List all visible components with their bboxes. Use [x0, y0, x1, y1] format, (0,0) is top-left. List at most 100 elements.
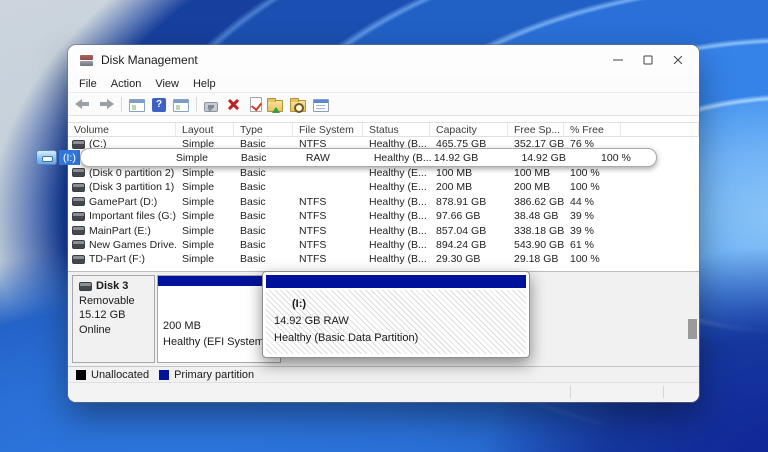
dragged-row-pill: Simple Basic RAW Healthy (B... 14.92 GB …	[80, 148, 657, 167]
column-header-freespace[interactable]: Free Sp...	[508, 123, 564, 136]
forward-icon[interactable]	[98, 96, 114, 112]
statusbar-divider	[663, 386, 664, 398]
volume-icon	[72, 240, 85, 249]
table-row[interactable]: MainPart (E:) Simple Basic NTFS Healthy …	[68, 223, 699, 237]
volume-icon	[72, 183, 85, 192]
status-cell: Healthy (B...	[363, 196, 430, 208]
status-bar	[68, 382, 699, 402]
capacity-cell: 14.92 GB	[434, 152, 518, 164]
menu-action[interactable]: Action	[104, 78, 149, 90]
legend-primary-label: Primary partition	[174, 369, 254, 381]
type-cell: Basic	[234, 196, 293, 208]
volume-name: GamePart (D:)	[89, 196, 157, 208]
filesystem-cell: NTFS	[293, 253, 363, 265]
folder-search-icon[interactable]	[290, 100, 306, 112]
toolbar: ?	[68, 93, 699, 116]
status-cell: Healthy (B...	[374, 152, 434, 164]
pctfree-cell: 100 %	[564, 253, 621, 265]
close-button[interactable]	[663, 46, 693, 74]
layout-cell: Simple	[176, 253, 234, 265]
disk3-panel[interactable]: Disk 3 Removable 15.12 GB Online	[72, 275, 155, 363]
layout-cell: Simple	[176, 152, 241, 164]
minimize-button[interactable]	[603, 46, 633, 74]
status-cell: Healthy (B...	[363, 225, 430, 237]
table-row[interactable]: TD-Part (F:) Simple Basic NTFS Healthy (…	[68, 252, 699, 266]
legend-bar: Unallocated Primary partition	[68, 366, 699, 382]
column-header-capacity[interactable]: Capacity	[430, 123, 508, 136]
freespace-cell: 100 MB	[508, 167, 564, 179]
type-cell: Basic	[234, 239, 293, 251]
console-window-icon[interactable]	[173, 99, 189, 112]
pctfree-cell: 100 %	[564, 167, 621, 179]
table-row[interactable]: Important files (G:) Simple Basic NTFS H…	[68, 209, 699, 223]
layout-cell: Simple	[176, 239, 234, 251]
disk-name: Disk 3	[96, 279, 128, 294]
folder-open-icon[interactable]	[267, 100, 283, 112]
filesystem-cell: RAW	[306, 152, 374, 164]
disk-media-type: Removable	[79, 294, 154, 309]
filesystem-cell: NTFS	[293, 225, 363, 237]
freespace-cell: 200 MB	[508, 181, 564, 193]
scrollbar-thumb[interactable]	[688, 319, 697, 339]
volume-name: (Disk 0 partition 2)	[89, 167, 174, 179]
properties-icon[interactable]	[313, 99, 329, 112]
window-controls	[603, 46, 693, 74]
freespace-cell: 386.62 GB	[508, 196, 564, 208]
back-icon[interactable]	[75, 96, 91, 112]
filesystem-cell: NTFS	[293, 239, 363, 251]
type-cell: Basic	[241, 152, 306, 164]
freespace-cell: 29.18 GB	[508, 253, 564, 265]
table-row[interactable]: GamePart (D:) Simple Basic NTFS Healthy …	[68, 195, 699, 209]
disk-icon	[79, 282, 92, 291]
freespace-cell: 338.18 GB	[508, 225, 564, 237]
volume-icon	[72, 212, 85, 221]
freespace-cell: 543.90 GB	[508, 239, 564, 251]
type-cell: Basic	[234, 210, 293, 222]
maximize-button[interactable]	[633, 46, 663, 74]
column-header-type[interactable]: Type	[234, 123, 293, 136]
menu-bar: File Action View Help	[68, 75, 699, 93]
menu-view[interactable]: View	[148, 78, 186, 90]
titlebar[interactable]: Disk Management	[68, 45, 699, 75]
disk-size: 15.12 GB	[79, 308, 154, 323]
maximize-icon	[644, 56, 653, 65]
column-header-pctfree[interactable]: % Free	[564, 123, 621, 136]
menu-file[interactable]: File	[72, 78, 104, 90]
show-console-tree-icon[interactable]	[129, 99, 145, 112]
layout-cell: Simple	[176, 225, 234, 237]
capacity-cell: 97.66 GB	[430, 210, 508, 222]
delete-volume-icon[interactable]	[225, 96, 241, 112]
pctfree-cell: 100 %	[564, 181, 621, 193]
dragged-partition-box[interactable]: (I:) 14.92 GB RAW Healthy (Basic Data Pa…	[262, 271, 530, 358]
volume-list: Volume Layout Type File System Status Ca…	[68, 116, 699, 271]
drag-volume-label: (I:)	[292, 296, 526, 313]
layout-cell: Simple	[176, 167, 234, 179]
column-header-layout[interactable]: Layout	[176, 123, 234, 136]
volume-icon	[72, 226, 85, 235]
capacity-cell: 878.91 GB	[430, 196, 508, 208]
menu-help[interactable]: Help	[186, 78, 223, 90]
drag-status-line: Healthy (Basic Data Partition)	[274, 330, 526, 347]
pctfree-cell: 39 %	[564, 225, 621, 237]
layout-cell: Simple	[176, 210, 234, 222]
column-header-filesystem[interactable]: File System	[293, 123, 363, 136]
minimize-icon	[613, 60, 623, 61]
volume-name: Important files (G:)	[89, 210, 176, 222]
disk-management-window: Disk Management File Action View Help ?	[68, 45, 699, 402]
action-bubble-icon[interactable]	[204, 102, 218, 112]
legend-unallocated-label: Unallocated	[91, 369, 149, 381]
check-document-icon[interactable]	[250, 97, 262, 112]
volume-name: New Games Drive...	[89, 239, 176, 251]
table-row[interactable]: New Games Drive... Simple Basic NTFS Hea…	[68, 238, 699, 252]
capacity-cell: 894.24 GB	[430, 239, 508, 251]
removable-drive-icon	[36, 150, 57, 165]
status-cell: Healthy (E...	[363, 167, 430, 179]
type-cell: Basic	[234, 253, 293, 265]
column-header-volume[interactable]: Volume	[68, 123, 176, 136]
table-row[interactable]: (Disk 3 partition 1) Simple Basic Health…	[68, 180, 699, 194]
pctfree-cell: 100 %	[566, 152, 631, 164]
dragged-volume-row[interactable]: (I:) Simple Basic RAW Healthy (B... 14.9…	[36, 147, 657, 168]
help-icon[interactable]: ?	[152, 98, 166, 112]
column-header-status[interactable]: Status	[363, 123, 430, 136]
disk-status: Online	[79, 323, 154, 338]
